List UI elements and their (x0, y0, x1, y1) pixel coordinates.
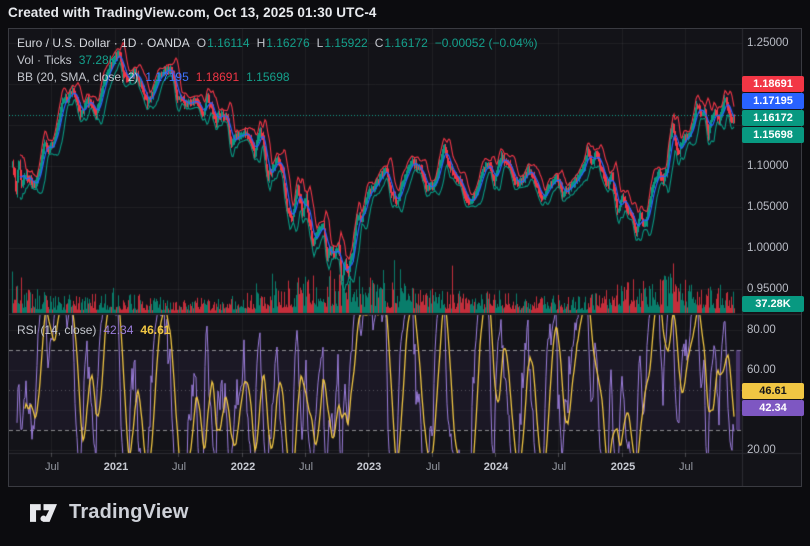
axis-tick-label: 1.05000 (747, 201, 805, 213)
tradingview-logo-text: TradingView (69, 501, 189, 524)
bb-label: BB (20, SMA, close, 2) (17, 70, 138, 84)
axis-tick-label: 1.25000 (747, 37, 805, 49)
volume-legend[interactable]: Vol · Ticks 37.28K (17, 53, 117, 67)
time-tick-label: Jul (426, 461, 440, 473)
time-tick-label: 2021 (104, 461, 128, 473)
price-badge: 1.16172 (742, 110, 804, 126)
price-badge: 37.28K (742, 296, 804, 312)
axis-tick-label: 80.00 (747, 324, 805, 336)
axis-tick-label: 60.00 (747, 364, 805, 376)
price-badge: 42.34 (742, 400, 804, 416)
time-tick-label: 2023 (357, 461, 381, 473)
rsi-legend[interactable]: RSI (14, close) 42.34 46.61 (17, 323, 170, 337)
price-badge: 1.17195 (742, 93, 804, 109)
price-badge: 1.15698 (742, 127, 804, 143)
main-symbol-legend[interactable]: Euro / U.S. Dollar · 1D · OANDA O1.16114… (17, 36, 538, 50)
time-tick-label: Jul (679, 461, 693, 473)
bb-basis-value: 1.17195 (145, 70, 188, 84)
time-tick-label: Jul (45, 461, 59, 473)
axis-tick-label: 20.00 (747, 444, 805, 456)
chart-container: Euro / U.S. Dollar · 1D · OANDA O1.16114… (8, 28, 802, 487)
tradingview-logo-link[interactable]: TradingView (30, 501, 189, 524)
time-tick-label: Jul (299, 461, 313, 473)
bollinger-legend[interactable]: BB (20, SMA, close, 2) 1.17195 1.18691 1… (17, 70, 290, 84)
close-value: C1.16172 (375, 36, 428, 50)
symbol-title: Euro / U.S. Dollar · 1D · OANDA (17, 36, 190, 50)
open-value: O1.16114 (197, 36, 250, 50)
volume-value: 37.28K (79, 53, 117, 67)
rsi-label: RSI (14, close) (17, 323, 96, 337)
creation-watermark: Created with TradingView.com, Oct 13, 20… (8, 5, 377, 20)
price-badge: 46.61 (742, 383, 804, 399)
time-tick-label: Jul (552, 461, 566, 473)
axis-tick-label: 0.95000 (747, 283, 805, 295)
axis-tick-label: 1.10000 (747, 160, 805, 172)
change-value: −0.00052 (−0.04%) (435, 36, 538, 50)
bb-upper-value: 1.18691 (196, 70, 239, 84)
time-tick-label: Jul (172, 461, 186, 473)
price-chart-canvas[interactable] (9, 29, 801, 486)
tradingview-logo-icon (30, 504, 57, 522)
bb-lower-value: 1.15698 (246, 70, 289, 84)
time-tick-label: 2022 (231, 461, 255, 473)
rsi-ma-value: 46.61 (140, 323, 170, 337)
price-badge: 1.18691 (742, 76, 804, 92)
time-tick-label: 2024 (484, 461, 508, 473)
rsi-value: 42.34 (103, 323, 133, 337)
low-value: L1.15922 (317, 36, 368, 50)
time-tick-label: 2025 (611, 461, 635, 473)
high-value: H1.16276 (257, 36, 310, 50)
volume-label: Vol · Ticks (17, 53, 72, 67)
axis-tick-label: 1.00000 (747, 242, 805, 254)
